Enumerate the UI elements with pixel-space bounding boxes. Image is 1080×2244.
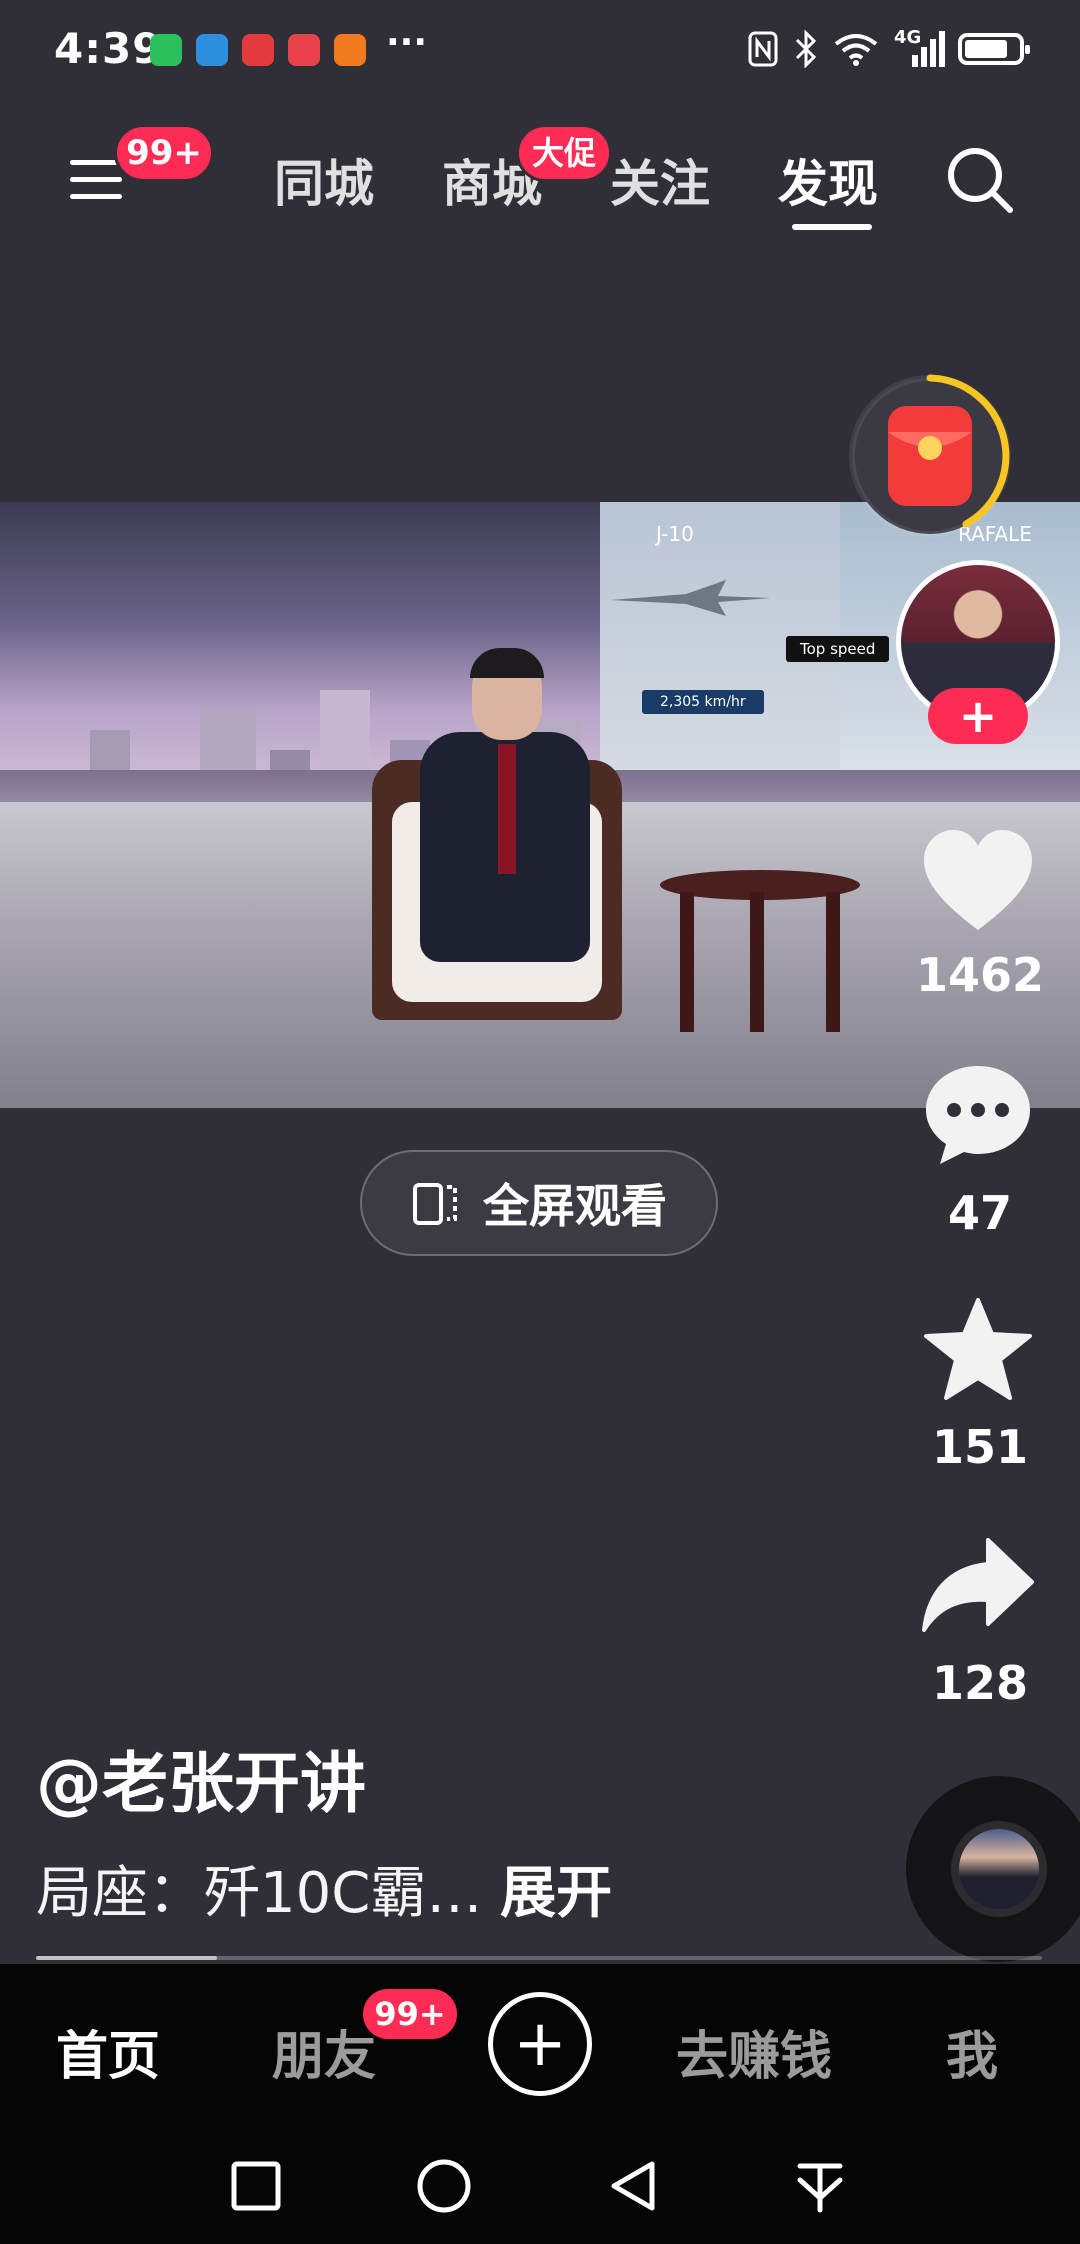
tab-same-city[interactable]: 同城: [274, 144, 374, 216]
back-icon[interactable]: [604, 2156, 664, 2216]
share-arrow-icon[interactable]: [918, 1532, 1038, 1642]
presenter: [420, 648, 590, 982]
status-time: 4:39: [54, 24, 163, 73]
top-nav: 99+ 同城 商城 大促 关注 发现: [0, 120, 1080, 240]
active-tab-indicator: [792, 224, 872, 230]
share-count: 128: [931, 1656, 1029, 1710]
menu-icon[interactable]: [70, 160, 122, 200]
search-icon[interactable]: [944, 144, 1016, 216]
nav-earn[interactable]: 去赚钱: [676, 2014, 832, 2089]
nfc-icon: [748, 31, 778, 67]
music-cover: [959, 1829, 1039, 1909]
red-packet-icon: [888, 406, 972, 506]
rotate-screen-icon: [413, 1183, 457, 1225]
battery-icon: [958, 33, 1030, 65]
heart-icon[interactable]: [918, 826, 1038, 936]
jet-image: [611, 580, 771, 616]
fullscreen-label: 全屏观看: [483, 1179, 667, 1233]
description-text: 局座：歼10C霸…: [36, 1861, 483, 1926]
shop-app-icon: [334, 34, 366, 66]
system-icons: 4G: [748, 27, 1030, 68]
system-nav-bar: [0, 2124, 1080, 2244]
video-progress-fill: [36, 1956, 218, 1960]
network-type: 4G: [894, 27, 922, 48]
favorite-count: 151: [931, 1420, 1029, 1474]
wechat-icon: [150, 34, 182, 66]
friends-badge: 99+: [360, 1986, 460, 2042]
home-circle-icon[interactable]: [414, 2156, 474, 2216]
speed-value: 2,305 km/hr: [642, 690, 764, 714]
more-notifications-icon: ···: [386, 22, 428, 63]
tab-discover[interactable]: 发现: [778, 144, 878, 216]
mall-promo-badge: 大促: [516, 124, 612, 182]
overlay-label-left: J-10: [656, 522, 694, 546]
nav-me[interactable]: 我: [946, 2014, 998, 2089]
expand-link[interactable]: 展开: [500, 1861, 612, 1926]
wifi-icon: [834, 34, 878, 66]
notification-pull-down-icon[interactable]: [790, 2156, 850, 2216]
music-disc[interactable]: [906, 1776, 1080, 1962]
tab-following[interactable]: 关注: [610, 144, 710, 216]
bluetooth-icon: [795, 30, 817, 68]
comment-icon[interactable]: [918, 1060, 1038, 1170]
follow-button[interactable]: +: [928, 688, 1028, 744]
cellular-signal-icon: 4G: [894, 27, 945, 67]
nav-friends[interactable]: 朋友: [272, 2014, 376, 2089]
browser-icon: [196, 34, 228, 66]
bottom-nav: 首页 朋友 99+ + 去赚钱 我: [0, 1964, 1080, 2124]
status-bar: 4:39 ··· 4G: [0, 0, 1080, 100]
fullscreen-button[interactable]: 全屏观看: [360, 1150, 718, 1256]
news-app-icon: [242, 34, 274, 66]
nav-home[interactable]: 首页: [56, 2014, 160, 2089]
like-count: 1462: [915, 948, 1045, 1002]
create-button[interactable]: +: [488, 1992, 592, 2096]
star-icon[interactable]: [918, 1296, 1038, 1406]
post-description: 局座：歼10C霸… 展开: [36, 1848, 612, 1929]
comment-count: 47: [947, 1186, 1012, 1240]
video-progress-bar[interactable]: [36, 1956, 1042, 1960]
author-name[interactable]: @老张开讲: [36, 1730, 366, 1826]
book-app-icon: [288, 34, 320, 66]
red-packet-widget[interactable]: [846, 372, 1014, 540]
menu-badge: 99+: [114, 124, 214, 182]
speed-label: Top speed: [786, 636, 890, 662]
recent-apps-icon[interactable]: [226, 2156, 286, 2216]
